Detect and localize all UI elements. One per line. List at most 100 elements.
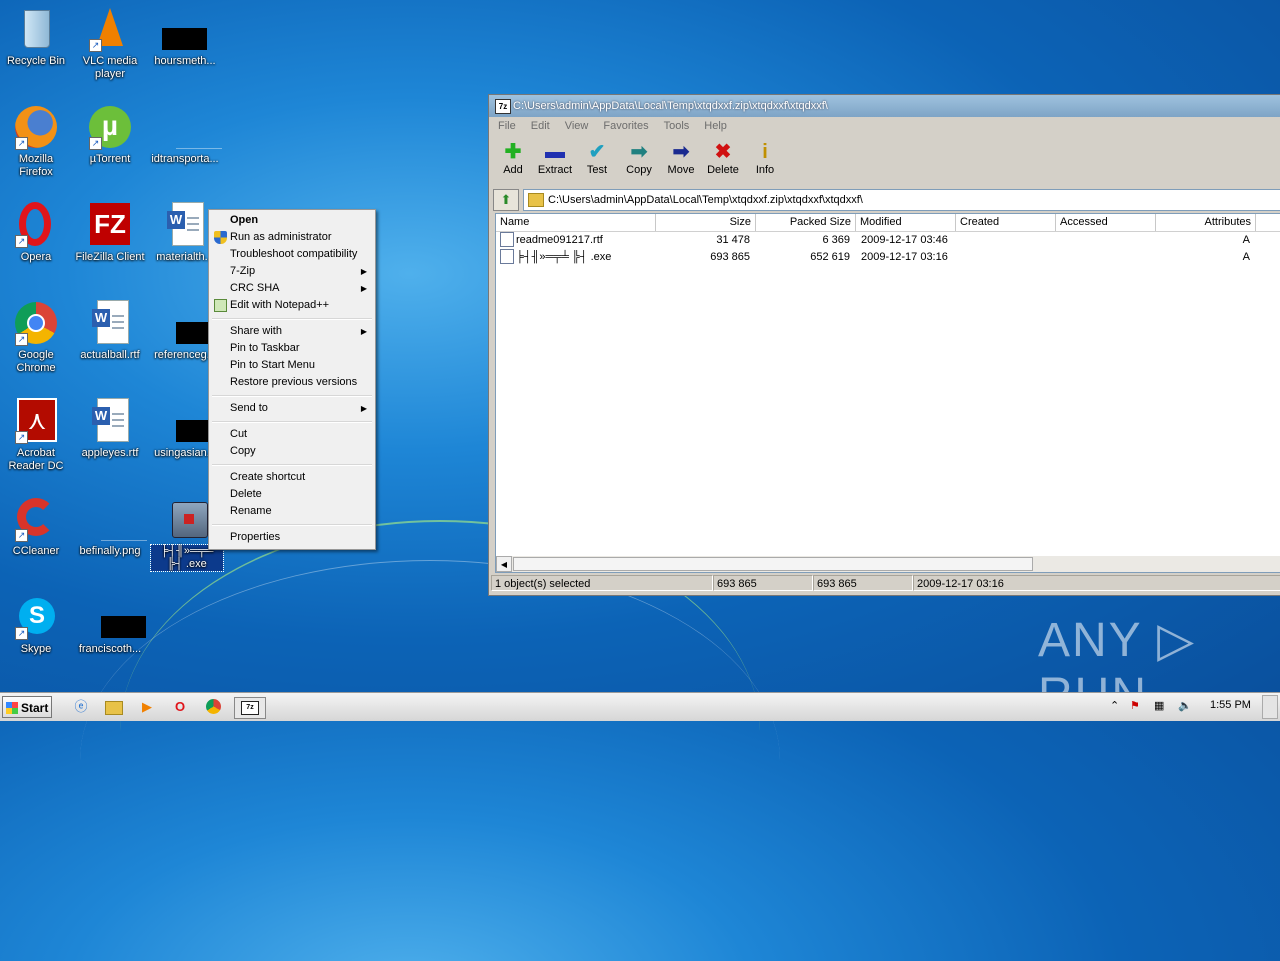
add-icon: ✚ <box>504 141 522 163</box>
explorer-icon[interactable] <box>103 697 125 717</box>
menu-edit[interactable]: Edit <box>522 117 556 136</box>
desktop-icon-skype[interactable]: S ↗ Skype <box>0 594 72 656</box>
horizontal-scrollbar[interactable]: ◀ <box>496 556 1280 572</box>
context-menu-item-create-shortcut[interactable]: Create shortcut <box>211 469 373 486</box>
context-menu-item-restore-previous-versions[interactable]: Restore previous versions <box>211 374 373 391</box>
exe-file-icon <box>500 249 514 264</box>
toolbar-delete-button[interactable]: ✖ Delete <box>702 140 744 176</box>
context-menu-item-rename[interactable]: Rename <box>211 503 373 520</box>
column-header-size[interactable]: Size <box>656 214 756 231</box>
opera-icon[interactable]: O <box>169 697 191 717</box>
column-header-attributes[interactable]: Attributes <box>1156 214 1256 231</box>
blank-file-icon <box>162 104 222 150</box>
context-menu-item-share-with[interactable]: Share with ▶ <box>211 323 373 340</box>
tray-expand-icon[interactable]: ⌃ <box>1110 699 1119 712</box>
context-menu-item-copy[interactable]: Copy <box>211 443 373 460</box>
submenu-arrow-icon: ▶ <box>360 267 367 276</box>
context-menu-item-properties[interactable]: Properties <box>211 529 373 546</box>
7zip-app-icon: 7z <box>495 99 511 114</box>
context-menu-item-7-zip[interactable]: 7-Zip ▶ <box>211 263 373 280</box>
context-menu-item-pin-to-start-menu[interactable]: Pin to Start Menu <box>211 357 373 374</box>
recycle-bin-icon <box>13 6 59 52</box>
action-center-icon[interactable]: ⚑ <box>1130 699 1140 712</box>
table-row[interactable]: ╞┤╢»═╤╧ ╠┤ .exe 693 865 652 619 2009-12-… <box>496 249 1280 266</box>
copy-icon: ➡ <box>630 141 648 163</box>
desktop-icon-utorrent[interactable]: µ ↗ µTorrent <box>74 104 146 166</box>
desktop-icon-actualball[interactable]: W actualball.rtf <box>74 300 146 362</box>
menu-bar: File Edit View Favorites Tools Help <box>489 117 1280 136</box>
desktop-icon-recycle-bin[interactable]: Recycle Bin <box>0 6 72 68</box>
address-bar: ⬆ C:\Users\admin\AppData\Local\Temp\xtqd… <box>493 189 1280 211</box>
vlc-icon: ↗ <box>87 6 133 52</box>
toolbar-copy-button[interactable]: ➡ Copy <box>618 140 660 176</box>
column-header-name[interactable]: Name <box>496 214 656 231</box>
menu-separator <box>212 524 372 526</box>
desktop-icon-idtransporta[interactable]: idtransporta... <box>149 104 222 166</box>
desktop-icon-firefox[interactable]: ↗ Mozilla Firefox <box>0 104 72 179</box>
shortcut-arrow-icon: ↗ <box>15 627 28 640</box>
desktop-icon-filezilla[interactable]: FZ FileZilla Client <box>74 202 146 264</box>
clock[interactable]: 1:55 PM <box>1210 699 1251 711</box>
toolbar-move-button[interactable]: ➡ Move <box>660 140 702 176</box>
menu-help[interactable]: Help <box>695 117 733 136</box>
shortcut-arrow-icon: ↗ <box>15 235 28 248</box>
context-menu-item-send-to[interactable]: Send to ▶ <box>211 400 373 417</box>
desktop-icon-ccleaner[interactable]: ↗ CCleaner <box>0 496 72 558</box>
context-menu-item-troubleshoot-compatibility[interactable]: Troubleshoot compatibility <box>211 246 373 263</box>
menu-file[interactable]: File <box>489 117 522 136</box>
scroll-left-icon[interactable]: ◀ <box>496 556 512 572</box>
context-menu-item-run-as-administrator[interactable]: Run as administrator <box>211 229 373 246</box>
desktop-icon-hoursmeth[interactable]: hoursmeth... <box>149 6 221 68</box>
shortcut-arrow-icon: ↗ <box>15 333 28 346</box>
ie-icon[interactable]: ⓔ <box>70 697 92 717</box>
context-menu-item-open[interactable]: Open <box>211 212 373 229</box>
address-field[interactable]: C:\Users\admin\AppData\Local\Temp\xtqdxx… <box>523 189 1280 211</box>
toolbar-add-button[interactable]: ✚ Add <box>492 140 534 176</box>
desktop-icon-opera[interactable]: ↗ Opera <box>0 202 72 264</box>
toolbar-label: Delete <box>707 164 739 176</box>
shortcut-arrow-icon: ↗ <box>15 137 28 150</box>
status-selection: 1 object(s) selected <box>491 575 713 591</box>
word-doc-icon: W <box>87 398 133 444</box>
context-menu-item-pin-to-taskbar[interactable]: Pin to Taskbar <box>211 340 373 357</box>
desktop-icon-chrome[interactable]: ↗ Google Chrome <box>0 300 72 375</box>
context-menu: Open Run as administrator Troubleshoot com… <box>208 209 376 550</box>
context-menu-item-cut[interactable]: Cut <box>211 426 373 443</box>
menu-favorites[interactable]: Favorites <box>594 117 654 136</box>
list-header: Name Size Packed Size Modified Created A… <box>496 214 1280 232</box>
menu-view[interactable]: View <box>556 117 595 136</box>
start-button[interactable]: Start <box>2 696 52 718</box>
scrollbar-thumb[interactable] <box>513 557 1033 571</box>
desktop-icon-franciscoth[interactable]: franciscoth... <box>74 594 146 656</box>
up-folder-button[interactable]: ⬆ <box>493 189 519 211</box>
network-icon[interactable]: ▦ <box>1154 699 1164 712</box>
column-header-modified[interactable]: Modified <box>856 214 956 231</box>
table-row[interactable]: readme091217.rtf 31 478 6 369 2009-12-17… <box>496 232 1280 249</box>
context-menu-item-crc-sha[interactable]: CRC SHA ▶ <box>211 280 373 297</box>
menu-tools[interactable]: Tools <box>655 117 696 136</box>
media-player-icon[interactable]: ▶ <box>136 697 158 717</box>
volume-icon[interactable]: 🔈 <box>1178 699 1192 712</box>
status-modified: 2009-12-17 03:16 <box>913 575 1280 591</box>
column-header-accessed[interactable]: Accessed <box>1056 214 1156 231</box>
show-desktop-button[interactable] <box>1262 695 1278 719</box>
toolbar-test-button[interactable]: ✔ Test <box>576 140 618 176</box>
submenu-arrow-icon: ▶ <box>360 404 367 413</box>
desktop-icon-acrobat[interactable]: ⋏ ↗ Acrobat Reader DC <box>0 398 72 473</box>
desktop-icon-befinally[interactable]: befinally.png <box>74 496 147 558</box>
column-header-created[interactable]: Created <box>956 214 1056 231</box>
address-text: C:\Users\admin\AppData\Local\Temp\xtqdxx… <box>548 194 863 206</box>
chrome-icon[interactable] <box>202 697 224 717</box>
7zip-icon[interactable]: 7z <box>234 697 266 719</box>
desktop-icon-vlc[interactable]: ↗ VLC media player <box>74 6 146 81</box>
window-title: C:\Users\admin\AppData\Local\Temp\xtqdxx… <box>513 100 828 112</box>
toolbar-extract-button[interactable]: ▬ Extract <box>534 140 576 176</box>
context-menu-item-edit-with-notepad[interactable]: Edit with Notepad++ <box>211 297 373 314</box>
menu-separator <box>212 464 372 466</box>
context-menu-item-delete[interactable]: Delete <box>211 486 373 503</box>
column-header-packed-size[interactable]: Packed Size <box>756 214 856 231</box>
desktop-icon-appleyes[interactable]: W appleyes.rtf <box>74 398 146 460</box>
window-titlebar[interactable]: 7z C:\Users\admin\AppData\Local\Temp\xtq… <box>489 95 1280 117</box>
opera-icon: ↗ <box>13 202 59 248</box>
toolbar-info-button[interactable]: i Info <box>744 140 786 176</box>
